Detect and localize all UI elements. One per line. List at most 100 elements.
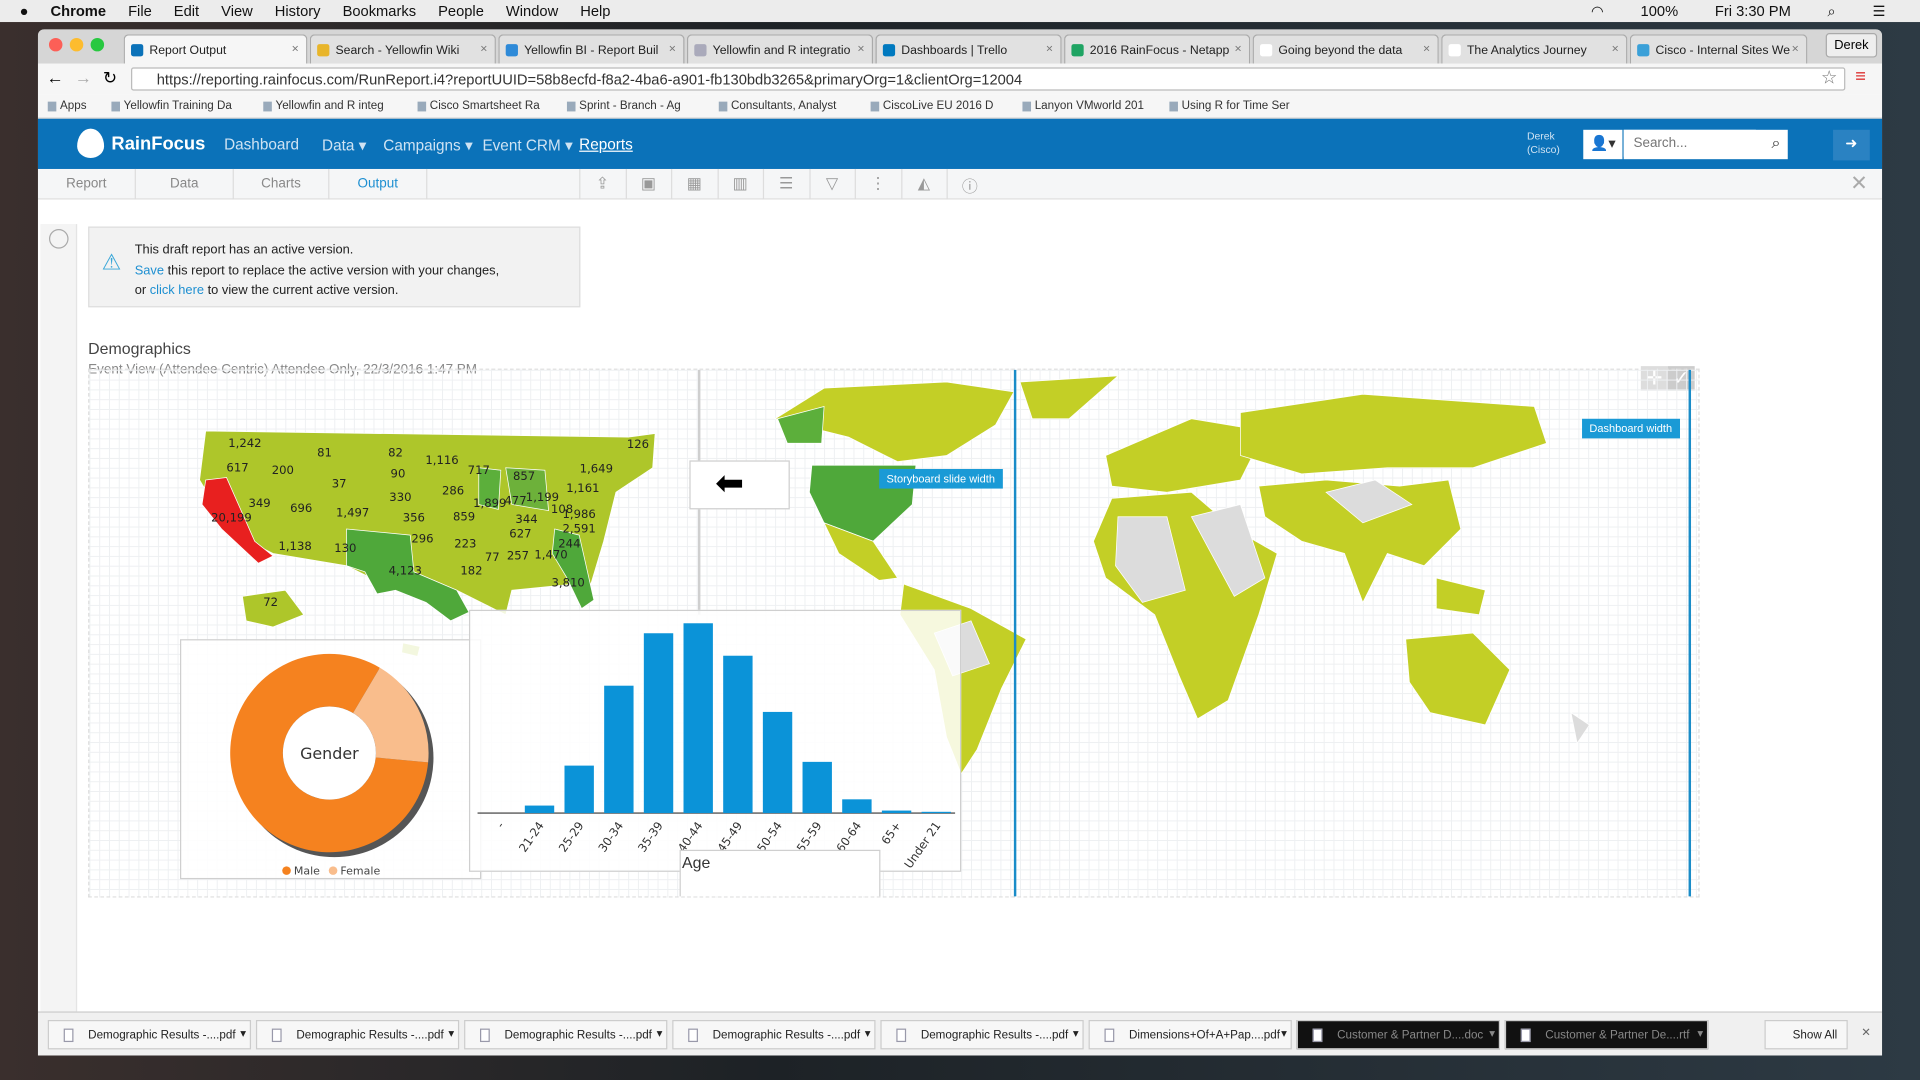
search-icon[interactable]: ⌕ bbox=[1771, 133, 1780, 153]
download-item[interactable]: Demographic Results -....pdf ▾ bbox=[464, 1020, 668, 1050]
nav-item[interactable]: Event CRM ▾ bbox=[482, 136, 572, 154]
tab-close-icon[interactable]: × bbox=[1423, 43, 1430, 56]
subtab-charts[interactable]: Charts bbox=[234, 168, 330, 200]
download-menu-icon[interactable]: ▾ bbox=[1281, 1027, 1287, 1040]
bookmark-item[interactable]: Lanyon VMworld 201 bbox=[1035, 99, 1144, 112]
app-logo[interactable]: RainFocus bbox=[111, 133, 205, 154]
bookmark-item[interactable]: CiscoLive EU 2016 D bbox=[883, 99, 994, 112]
menu-edit[interactable]: Edit bbox=[174, 2, 199, 19]
tab-close-icon[interactable]: × bbox=[1792, 43, 1799, 56]
bookmark-item[interactable]: Apps bbox=[60, 99, 87, 112]
show-all-button[interactable]: Show All bbox=[1764, 1020, 1849, 1050]
subtab-output[interactable]: Output bbox=[329, 168, 428, 200]
close-window-button[interactable] bbox=[48, 37, 63, 52]
menu-file[interactable]: File bbox=[128, 2, 152, 19]
country-indonesia[interactable] bbox=[1435, 577, 1486, 616]
bar-21-24[interactable] bbox=[524, 805, 555, 814]
forward-icon[interactable]: → bbox=[75, 67, 92, 87]
download-item[interactable]: Dimensions+Of+A+Pap....pdf ▾ bbox=[1088, 1020, 1292, 1050]
wifi-icon[interactable]: ◠ bbox=[1591, 2, 1604, 20]
save-link[interactable]: Save bbox=[135, 263, 164, 278]
download-item[interactable]: Demographic Results -....pdf ▾ bbox=[672, 1020, 876, 1050]
url-input[interactable]: https://reporting.rainfocus.com/RunRepor… bbox=[131, 67, 1846, 91]
download-item[interactable]: Customer & Partner De....rtf ▾ bbox=[1504, 1020, 1709, 1050]
list-icon[interactable]: ☰ bbox=[762, 168, 808, 200]
star-icon[interactable]: ☆ bbox=[1821, 66, 1837, 88]
history-icon[interactable] bbox=[48, 228, 69, 249]
bar-65+[interactable] bbox=[881, 810, 912, 814]
table-icon[interactable]: ▦ bbox=[671, 168, 716, 200]
menu-history[interactable]: History bbox=[275, 2, 321, 19]
reload-icon[interactable]: ↻ bbox=[103, 67, 117, 88]
back-icon[interactable]: ← bbox=[47, 67, 64, 87]
user-menu-button[interactable]: 👤▾ bbox=[1583, 129, 1623, 160]
tab-close-icon[interactable]: × bbox=[1046, 43, 1053, 56]
close-report-icon[interactable]: ✕ bbox=[1850, 171, 1867, 195]
dashboard-width-guide[interactable] bbox=[1688, 369, 1692, 897]
browser-tab[interactable]: Cisco - Internal Sites We × bbox=[1629, 34, 1808, 64]
apple-icon[interactable]: ● bbox=[20, 2, 29, 19]
rainfocus-logo-icon[interactable] bbox=[77, 128, 105, 158]
notification-icon[interactable]: ☰ bbox=[1873, 2, 1886, 20]
storyboard-width-guide[interactable] bbox=[1013, 369, 1017, 897]
browser-tab[interactable]: The Analytics Journey × bbox=[1441, 34, 1628, 64]
minimize-button[interactable] bbox=[69, 37, 84, 52]
bar-30-34[interactable] bbox=[604, 685, 634, 814]
download-menu-icon[interactable]: ▾ bbox=[1697, 1027, 1703, 1040]
export-icon[interactable]: ⇪ bbox=[579, 168, 624, 200]
tab-close-icon[interactable]: × bbox=[292, 43, 299, 56]
zoom-button[interactable] bbox=[90, 37, 105, 52]
browser-tab[interactable]: Dashboards | Trello × bbox=[875, 34, 1062, 64]
browser-tab[interactable]: Going beyond the data × bbox=[1252, 34, 1439, 64]
bar-55-59[interactable] bbox=[802, 761, 832, 814]
download-item[interactable]: Demographic Results -....pdf ▾ bbox=[47, 1020, 252, 1050]
download-menu-icon[interactable]: ▾ bbox=[240, 1027, 246, 1040]
age-chart-frame[interactable]: -21-24 25-29 30-34 35-39 40-44 45-49 50-54 55-5… bbox=[468, 609, 962, 872]
bar-25-29[interactable] bbox=[564, 765, 594, 814]
download-item[interactable]: Demographic Results -....pdf ▾ bbox=[880, 1020, 1084, 1050]
tab-close-icon[interactable]: × bbox=[480, 43, 487, 56]
menu-bookmarks[interactable]: Bookmarks bbox=[343, 2, 417, 19]
gender-chart-frame[interactable]: Gender Male Female bbox=[180, 639, 482, 880]
close-downloads-icon[interactable]: ✕ bbox=[1861, 1026, 1871, 1039]
tab-close-icon[interactable]: × bbox=[669, 43, 676, 56]
chart-icon[interactable]: ◭ bbox=[900, 168, 946, 200]
bar-35-39[interactable] bbox=[643, 633, 674, 814]
country-new-zealand[interactable] bbox=[1570, 711, 1590, 745]
battery-status[interactable]: 100% bbox=[1641, 2, 1679, 20]
nav-item[interactable]: Reports bbox=[579, 136, 633, 153]
bookmark-item[interactable]: Consultants, Analyst bbox=[731, 99, 836, 112]
browser-tab[interactable]: Yellowfin and R integratio × bbox=[686, 34, 874, 64]
download-item[interactable]: Demographic Results -....pdf ▾ bbox=[255, 1020, 460, 1050]
nav-item[interactable]: Dashboard bbox=[224, 136, 299, 153]
bookmark-item[interactable]: Cisco Smartsheet Ra bbox=[430, 99, 540, 112]
info-icon[interactable]: ⓘ bbox=[946, 168, 992, 200]
columns-icon[interactable]: ▥ bbox=[716, 168, 762, 200]
country-russia[interactable] bbox=[1240, 393, 1547, 475]
subtab-report[interactable]: Report bbox=[38, 168, 136, 200]
bookmark-item[interactable]: Yellowfin and R integ bbox=[276, 99, 384, 112]
nav-item[interactable]: Campaigns ▾ bbox=[383, 136, 472, 154]
browser-tab[interactable]: 2016 RainFocus - Netapp × bbox=[1064, 34, 1251, 64]
bar-50-54[interactable] bbox=[762, 711, 793, 814]
bar-45-49[interactable] bbox=[723, 655, 753, 814]
browser-tab[interactable]: Yellowfin BI - Report Buil × bbox=[498, 34, 685, 64]
bar-Under 21[interactable] bbox=[921, 811, 951, 814]
menu-icon[interactable]: ≡ bbox=[1855, 66, 1866, 87]
browser-tab[interactable]: Report Output × bbox=[123, 34, 308, 64]
menu-app[interactable]: Chrome bbox=[51, 2, 107, 19]
browser-tab[interactable]: Search - Yellowfin Wiki × bbox=[309, 34, 496, 64]
logout-button[interactable]: ➜ bbox=[1833, 129, 1870, 161]
download-menu-icon[interactable]: ▾ bbox=[1489, 1027, 1495, 1040]
search-input[interactable] bbox=[1623, 129, 1756, 157]
bookmark-item[interactable]: Using R for Time Ser bbox=[1182, 99, 1290, 112]
legend-label[interactable]: Male bbox=[294, 864, 320, 877]
legend-label[interactable]: Female bbox=[340, 864, 380, 877]
subtab-data[interactable]: Data bbox=[136, 168, 234, 200]
clock[interactable]: Fri 3:30 PM bbox=[1715, 2, 1791, 20]
menu-window[interactable]: Window bbox=[506, 2, 558, 19]
nav-item[interactable]: Data ▾ bbox=[322, 136, 366, 154]
menu-people[interactable]: People bbox=[438, 2, 484, 19]
country-australia[interactable] bbox=[1405, 632, 1511, 726]
spotlight-icon[interactable]: ⌕ bbox=[1828, 2, 1836, 20]
